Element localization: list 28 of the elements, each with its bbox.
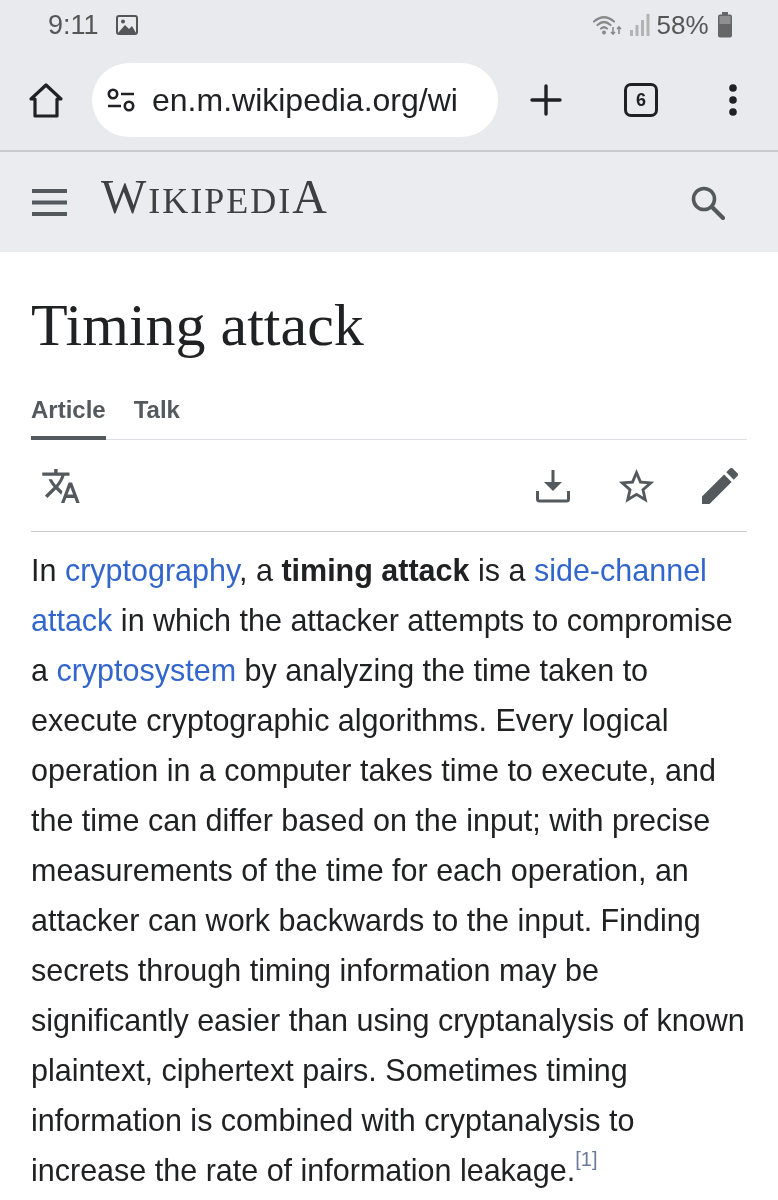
menu-icon[interactable] bbox=[32, 188, 67, 216]
article-link[interactable]: cryptography bbox=[64, 553, 239, 587]
status-time: 9:11 bbox=[48, 9, 99, 41]
citation-link[interactable]: [1] bbox=[575, 1148, 598, 1170]
battery-percentage: 58% bbox=[656, 9, 709, 41]
article-link[interactable]: attack bbox=[31, 603, 113, 637]
search-icon[interactable] bbox=[690, 184, 725, 220]
star-icon[interactable] bbox=[618, 468, 655, 503]
article-title: Timing attack bbox=[31, 291, 365, 360]
tab-switcher-button[interactable]: 6 bbox=[624, 83, 658, 117]
plus-icon[interactable] bbox=[530, 84, 562, 116]
battery-icon bbox=[716, 12, 733, 38]
more-options-icon[interactable] bbox=[729, 84, 737, 116]
address-bar[interactable]: en.m.wikipedia.org/wi bbox=[92, 63, 498, 137]
edit-pencil-icon[interactable] bbox=[702, 467, 738, 504]
page-tab[interactable]: Talk bbox=[133, 395, 180, 440]
signal-icon bbox=[628, 13, 651, 37]
article-link[interactable]: cryptosystem bbox=[56, 653, 237, 687]
wikipedia-logo[interactable]: WIKIPEDIA bbox=[101, 171, 329, 233]
article-link[interactable]: side-channel bbox=[533, 553, 707, 587]
home-icon[interactable] bbox=[28, 81, 64, 119]
image-icon bbox=[115, 15, 138, 35]
tune-icon[interactable] bbox=[107, 88, 135, 112]
article-paragraph: In cryptography, a timing attack is a side-channel attack in which the attacker attempts to compromise a cryptosystem by analyzing the time taken to execute cryptographic algorithms. Every logical operation in a computer takes time to execute, and the time can differ based on the input; with precise measurements of the time for each operation, an attacker can work backwards to the input. Finding secrets through timing information may be significantly easier than using cryptanalysis of known plaintext, ciphertext pairs. Sometimes timing information is combined with cryptanalysis to increase the rate of information leakage.$^{[1]}$ bbox=[31, 552, 746, 1190]
wifi-icon bbox=[591, 13, 622, 37]
download-icon[interactable] bbox=[535, 468, 571, 503]
translate-icon[interactable] bbox=[42, 468, 80, 503]
page-tab[interactable]: Article bbox=[31, 395, 106, 440]
